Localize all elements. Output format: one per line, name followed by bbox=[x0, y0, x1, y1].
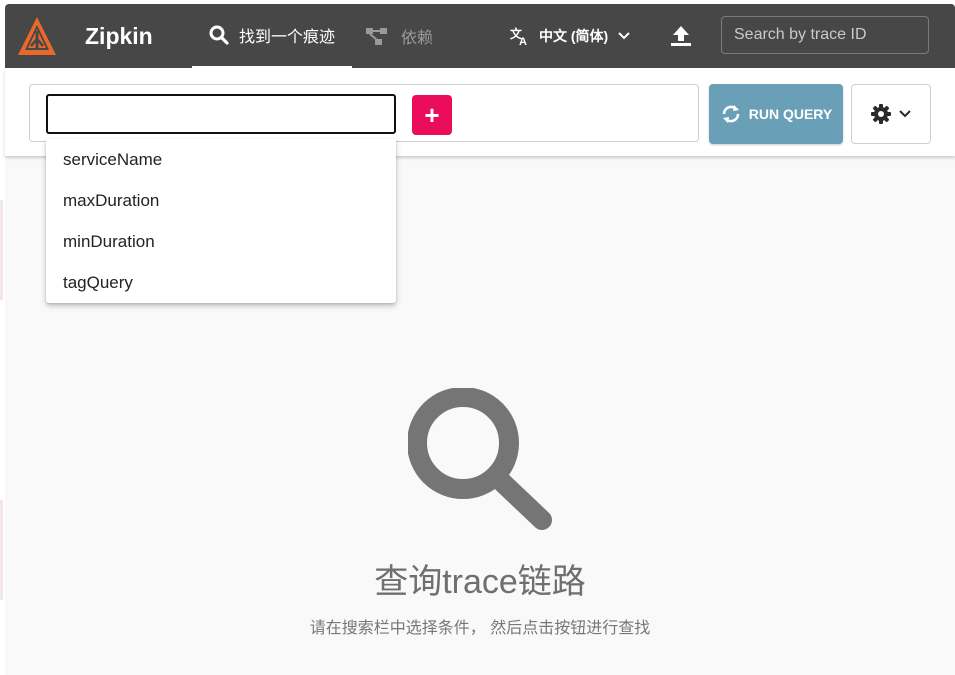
tab-dependencies[interactable]: 依赖 bbox=[365, 4, 455, 68]
criteria-box[interactable]: + bbox=[29, 84, 699, 142]
language-label: 中文 (简体) bbox=[539, 28, 609, 44]
app-title[interactable]: Zipkin bbox=[85, 23, 153, 50]
empty-state-subtitle: 请在搜索栏中选择条件， 然后点击按钮进行查找 bbox=[309, 620, 651, 637]
gear-icon bbox=[871, 104, 891, 124]
language-selector[interactable]: 文 A 中文 (简体) bbox=[510, 4, 630, 68]
dependencies-icon bbox=[366, 28, 387, 45]
dropdown-item-minduration[interactable]: minDuration bbox=[46, 221, 396, 262]
tab-find-trace-label: 找到一个痕迹 bbox=[238, 29, 335, 46]
run-query-label: RUN QUERY bbox=[748, 106, 833, 122]
tab-dependencies-label: 依赖 bbox=[401, 30, 434, 47]
edge-mark bbox=[0, 500, 3, 600]
empty-state-title: 查询trace链路 bbox=[374, 563, 586, 601]
translate-icon: 文 A bbox=[510, 26, 527, 46]
criteria-input[interactable] bbox=[46, 94, 396, 134]
chevron-down-icon bbox=[899, 110, 911, 118]
refresh-icon bbox=[722, 105, 740, 123]
edge-mark bbox=[0, 200, 3, 300]
dropdown-item-maxduration[interactable]: maxDuration bbox=[46, 180, 396, 221]
trace-id-search-input[interactable] bbox=[721, 16, 929, 54]
upload-icon[interactable] bbox=[669, 24, 693, 48]
criteria-suggestion-dropdown: serviceName maxDuration minDuration tagQ… bbox=[46, 139, 396, 303]
settings-menu-button[interactable] bbox=[851, 84, 931, 144]
zipkin-logo-icon[interactable] bbox=[16, 15, 58, 57]
dropdown-item-servicename[interactable]: serviceName bbox=[46, 139, 396, 180]
top-navigation-bar: Zipkin 找到一个痕迹 依赖 文 A 中文 (简体) bbox=[5, 4, 955, 68]
tab-find-trace[interactable]: 找到一个痕迹 bbox=[192, 4, 352, 68]
svg-text:A: A bbox=[519, 36, 527, 46]
dropdown-item-tagquery[interactable]: tagQuery bbox=[46, 262, 396, 303]
add-criteria-button[interactable]: + bbox=[412, 95, 452, 135]
window-left-edge bbox=[0, 0, 4, 675]
search-icon bbox=[209, 25, 229, 45]
chevron-down-icon bbox=[618, 32, 630, 40]
search-icon bbox=[408, 388, 552, 530]
run-query-button[interactable]: RUN QUERY bbox=[709, 84, 843, 144]
